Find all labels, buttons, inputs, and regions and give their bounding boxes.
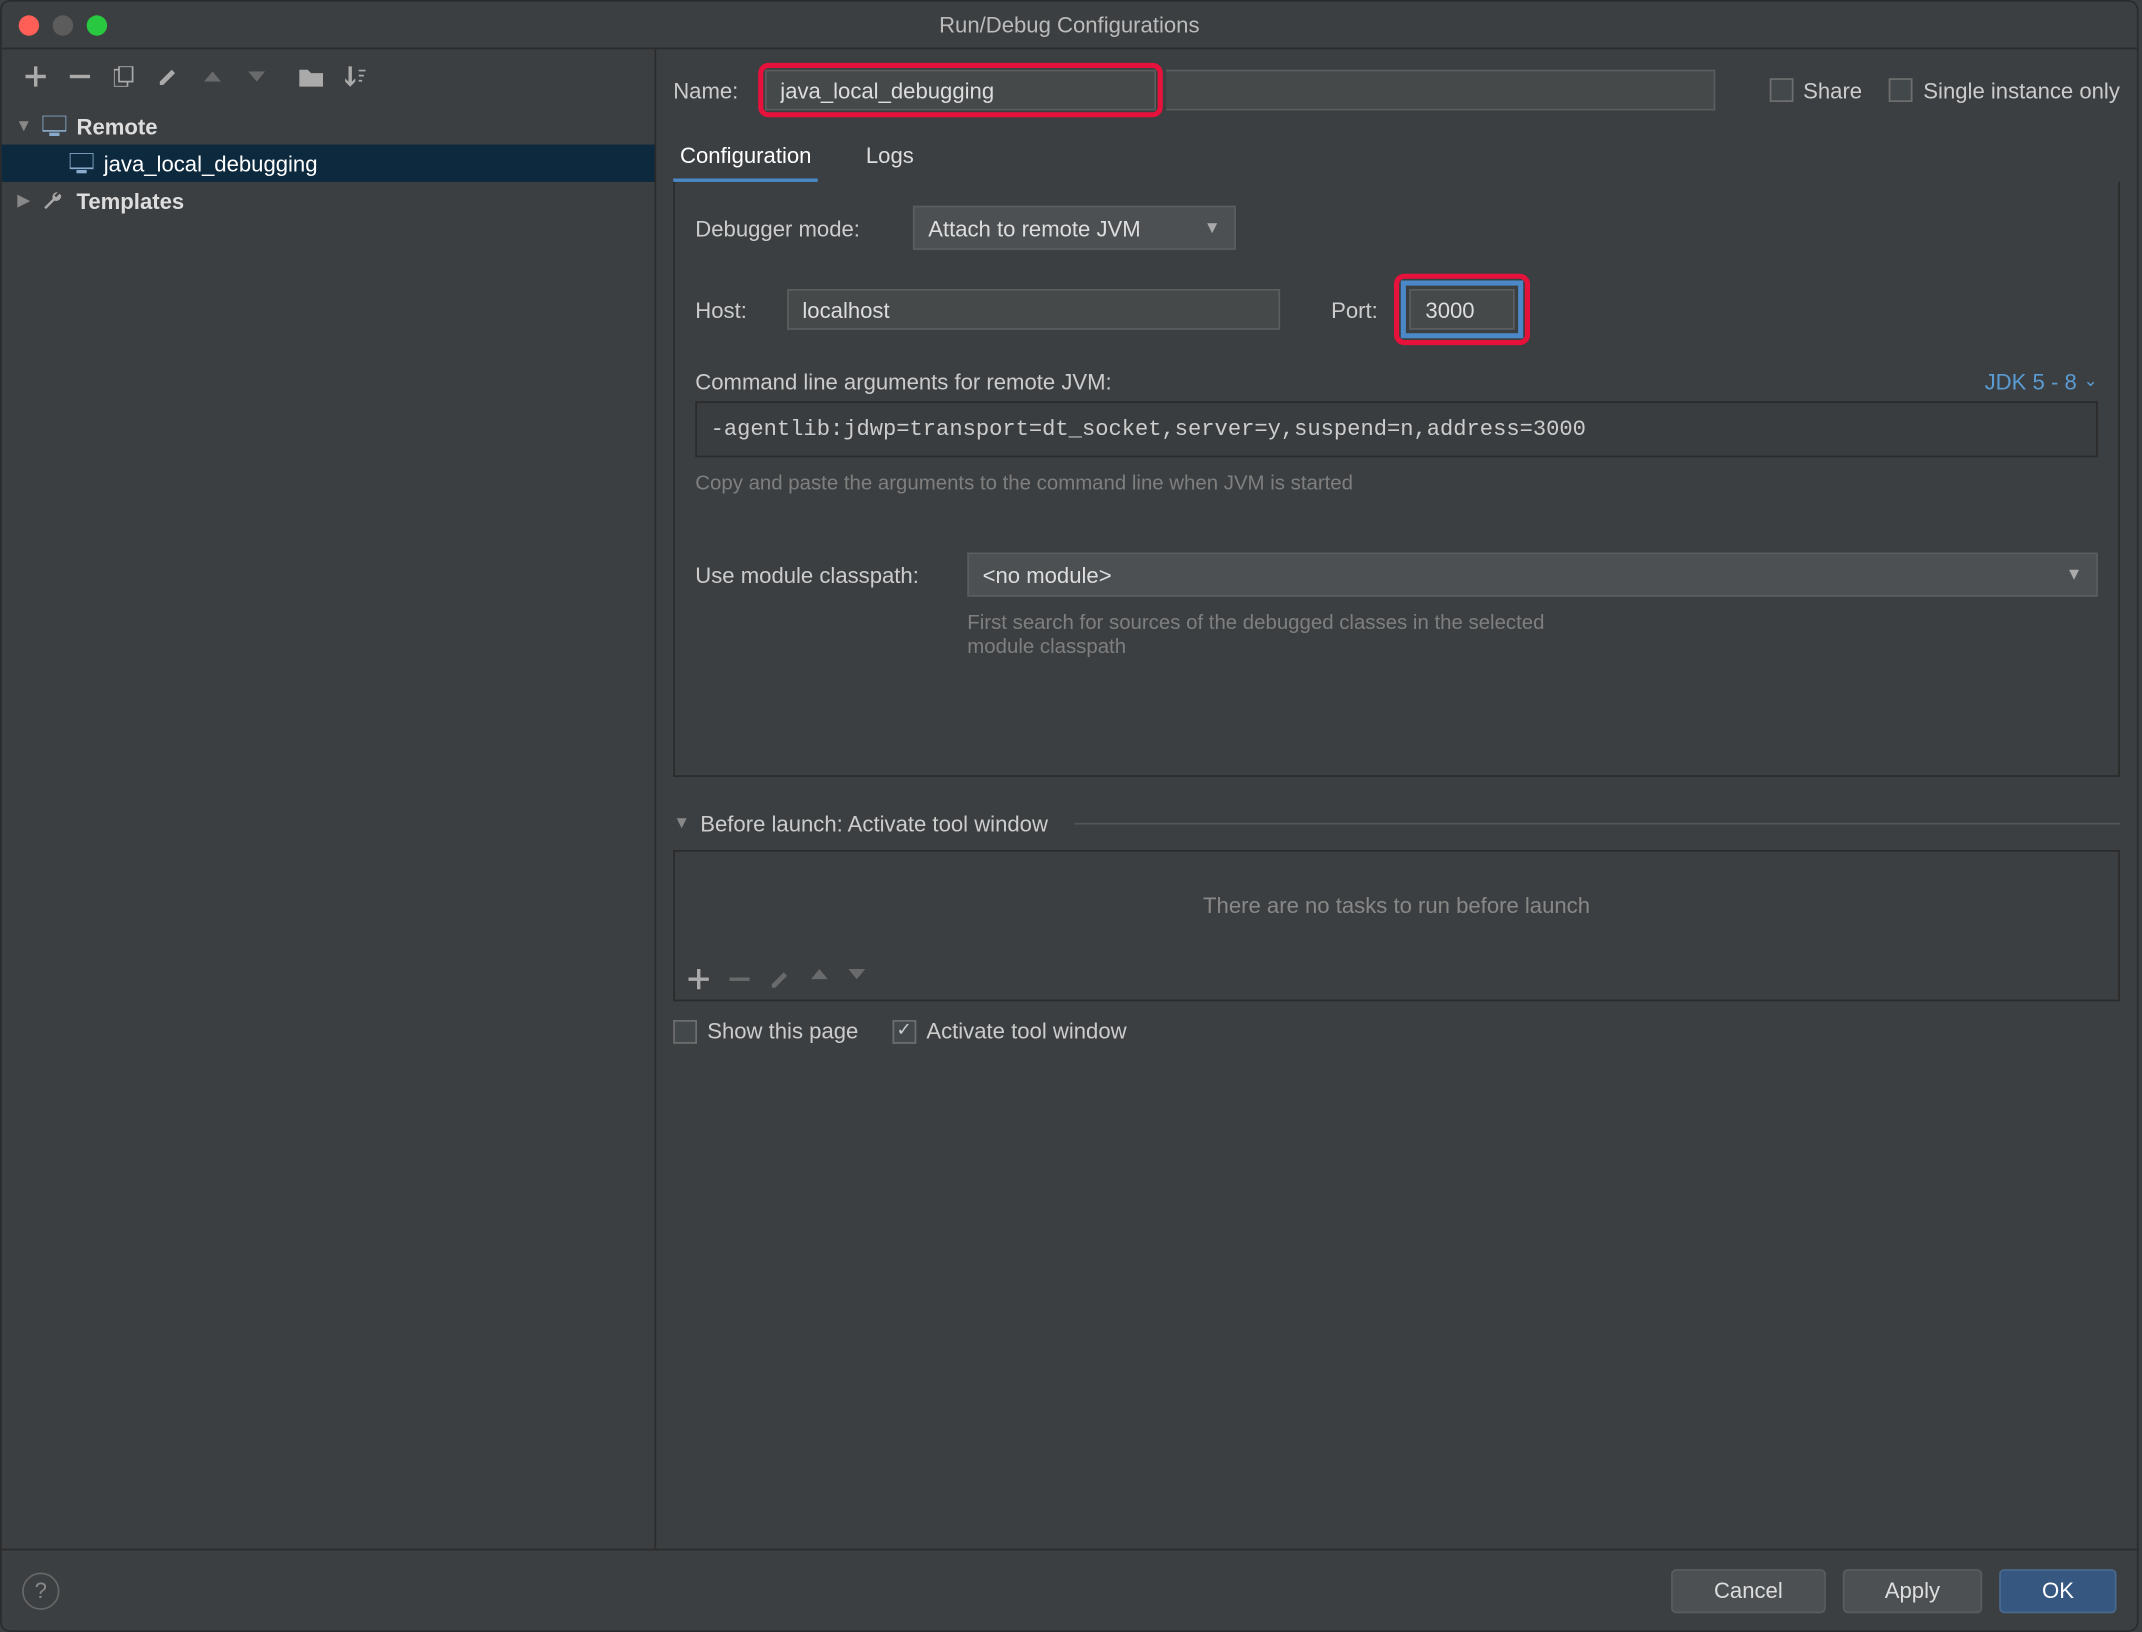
host-input[interactable] <box>787 289 1280 330</box>
remote-type-icon <box>43 116 70 136</box>
before-launch-empty: There are no tasks to run before launch <box>675 852 2118 959</box>
edit-config-icon[interactable] <box>155 63 182 90</box>
single-instance-checkbox[interactable]: Single instance only <box>1889 77 2120 103</box>
tree-label: Templates <box>77 188 185 214</box>
debugger-mode-select[interactable]: Attach to remote JVM ▼ <box>913 206 1236 250</box>
tree-node-remote[interactable]: ▼ Remote <box>2 107 655 144</box>
dialog-footer: ? Cancel Apply OK <box>2 1549 2137 1631</box>
right-pane: Name: Share Single instance only <box>656 49 2137 1548</box>
tree-label: java_local_debugging <box>104 150 318 176</box>
module-hint: First search for sources of the debugged… <box>967 610 2098 634</box>
checkbox-icon <box>1889 78 1913 102</box>
name-input[interactable] <box>765 70 1156 111</box>
checkbox-icon <box>1769 78 1793 102</box>
tree-node-templates[interactable]: ▶ Templates <box>2 182 655 219</box>
checkbox-icon <box>892 1019 916 1043</box>
config-tree: ▼ Remote java_local_debugging ▶ <box>2 104 655 1549</box>
port-input[interactable] <box>1410 289 1515 330</box>
window-title: Run/Debug Configurations <box>2 12 2137 38</box>
copy-config-icon[interactable] <box>111 63 138 90</box>
before-launch-label: Before launch: Activate tool window <box>700 811 1048 837</box>
port-label: Port: <box>1331 297 1378 323</box>
move-down-icon[interactable] <box>848 969 865 989</box>
activate-tool-window-checkbox[interactable]: Activate tool window <box>892 1018 1126 1044</box>
maximize-window-icon[interactable] <box>87 14 107 34</box>
chevron-down-icon: ▼ <box>2066 565 2083 584</box>
cmd-args-label: Command line arguments for remote JVM: <box>695 369 1111 395</box>
name-highlight <box>758 63 1163 117</box>
cmd-args-value[interactable]: -agentlib:jdwp=transport=dt_socket,serve… <box>695 401 2098 457</box>
move-up-icon[interactable] <box>199 63 226 90</box>
jdk-label: JDK 5 - 8 <box>1985 369 2077 395</box>
add-config-icon[interactable] <box>22 63 49 90</box>
host-label: Host: <box>695 297 770 323</box>
tab-configuration[interactable]: Configuration <box>673 133 818 182</box>
apply-button[interactable]: Apply <box>1842 1568 1982 1612</box>
chevron-down-icon: ▼ <box>12 116 36 135</box>
module-classpath-select[interactable]: <no module> ▼ <box>967 553 2098 597</box>
sort-icon[interactable] <box>342 63 369 90</box>
wrench-icon <box>43 190 70 210</box>
cancel-button[interactable]: Cancel <box>1671 1568 1825 1612</box>
name-label: Name: <box>673 77 748 103</box>
minimize-window-icon[interactable] <box>53 14 73 34</box>
chevron-down-icon: ▼ <box>1204 218 1221 237</box>
left-pane: ▼ Remote java_local_debugging ▶ <box>2 49 657 1548</box>
debugger-mode-label: Debugger mode: <box>695 215 896 241</box>
close-window-icon[interactable] <box>19 14 39 34</box>
tree-node-config[interactable]: java_local_debugging <box>2 145 655 182</box>
checkbox-icon <box>673 1019 697 1043</box>
add-task-icon[interactable] <box>689 969 709 989</box>
tree-label: Remote <box>77 113 158 139</box>
configuration-panel: Debugger mode: Attach to remote JVM ▼ Ho… <box>673 182 2120 777</box>
move-down-icon[interactable] <box>243 63 270 90</box>
move-up-icon[interactable] <box>811 969 828 989</box>
before-launch-section: ▼ Before launch: Activate tool window Th… <box>673 811 2120 1044</box>
module-hint: module classpath <box>967 634 2098 658</box>
activate-label: Activate tool window <box>926 1018 1126 1044</box>
before-launch-toolbar <box>675 959 2118 1000</box>
chevron-down-icon[interactable]: ▼ <box>673 814 690 833</box>
single-instance-label: Single instance only <box>1923 77 2120 103</box>
tab-logs[interactable]: Logs <box>859 133 921 182</box>
port-highlight <box>1395 274 1531 345</box>
chevron-down-icon: ⌄ <box>2084 372 2098 391</box>
cmd-hint: Copy and paste the arguments to the comm… <box>695 471 2098 495</box>
module-classpath-label: Use module classpath: <box>695 562 950 588</box>
config-tabs: Configuration Logs <box>673 131 2120 182</box>
remote-config-icon <box>70 153 97 173</box>
select-value: <no module> <box>983 562 1112 588</box>
ok-button[interactable]: OK <box>2000 1568 2117 1612</box>
titlebar: Run/Debug Configurations <box>2 2 2137 50</box>
show-this-page-checkbox[interactable]: Show this page <box>673 1018 858 1044</box>
chevron-right-icon: ▶ <box>12 191 36 210</box>
jdk-version-select[interactable]: JDK 5 - 8 ⌄ <box>1985 369 2098 395</box>
run-debug-config-dialog: Run/Debug Configurations <box>0 0 2139 1632</box>
folder-icon[interactable] <box>298 63 325 90</box>
share-label: Share <box>1803 77 1862 103</box>
name-input-ext[interactable] <box>1166 70 1715 111</box>
edit-task-icon[interactable] <box>770 969 790 989</box>
help-icon[interactable]: ? <box>22 1572 59 1609</box>
config-toolbar <box>2 49 655 103</box>
share-checkbox[interactable]: Share <box>1769 77 1862 103</box>
remove-config-icon[interactable] <box>66 63 93 90</box>
show-page-label: Show this page <box>707 1018 858 1044</box>
remove-task-icon[interactable] <box>729 969 749 989</box>
window-controls <box>19 14 107 34</box>
select-value: Attach to remote JVM <box>928 215 1141 241</box>
